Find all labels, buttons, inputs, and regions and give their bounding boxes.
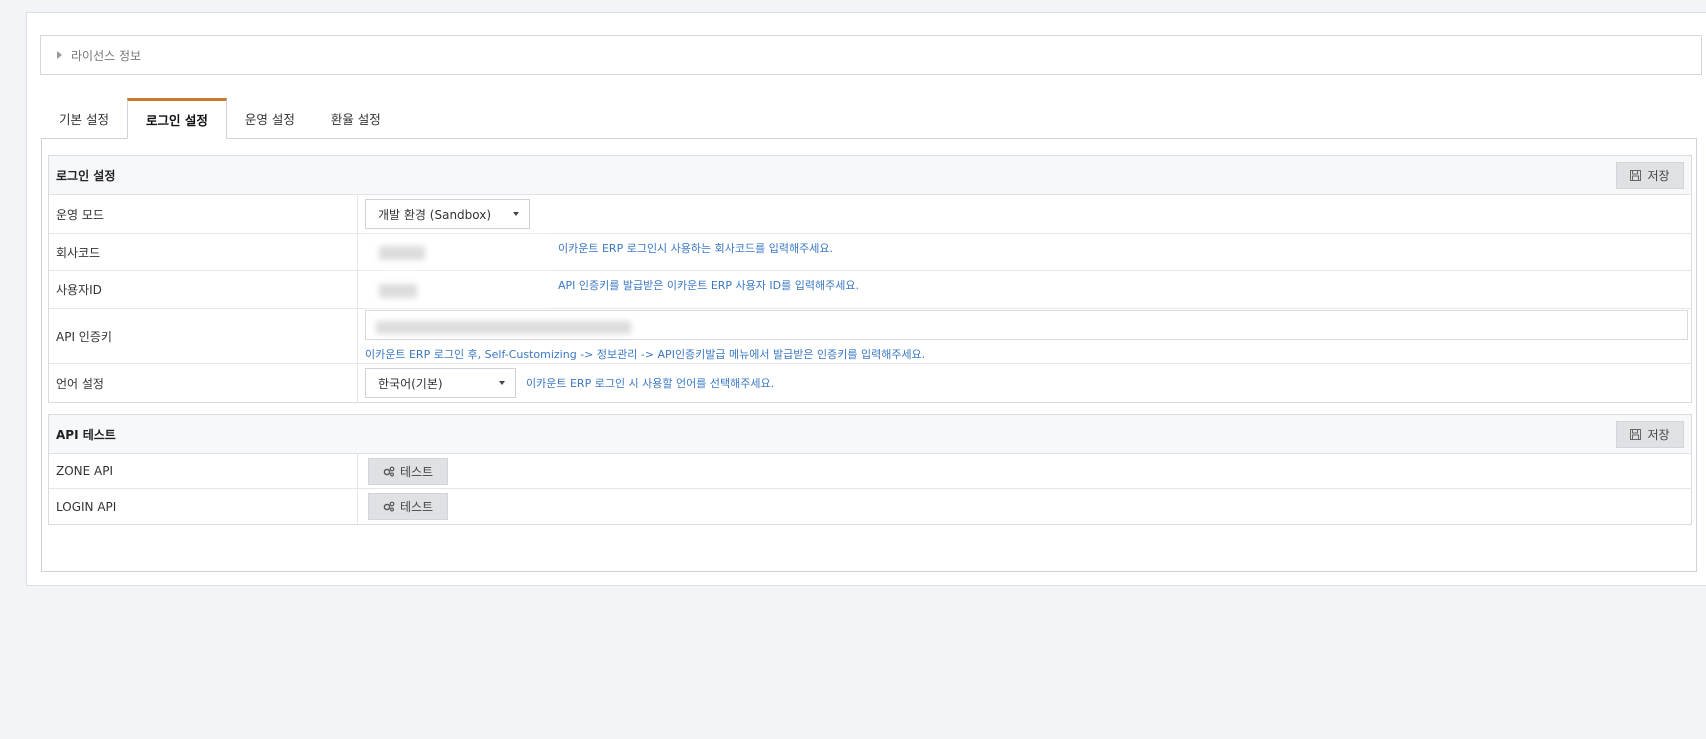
save-icon — [1630, 428, 1642, 440]
select-value: 개발 환경 (Sandbox) — [378, 207, 492, 222]
section-title: API 테스트 — [56, 427, 116, 442]
save-label: 저장 — [1647, 427, 1670, 442]
row-label: 회사코드 — [49, 234, 358, 270]
row-language: 언어 설정 한국어(기본) 이카운트 ERP 로그인 시 사용할 언어를 선택해… — [49, 364, 1691, 402]
test-label: 테스트 — [399, 500, 434, 514]
user-id-hint: API 인증키를 발급받은 이카운트 ERP 사용자 ID를 입력해주세요. — [558, 278, 859, 292]
gears-icon — [383, 501, 395, 512]
zone-api-test-button[interactable]: 테스트 — [368, 457, 448, 485]
settings-tabs: 기본 설정 로그인 설정 운영 설정 환율 설정 — [41, 98, 399, 139]
row-label: ZONE API — [49, 454, 358, 488]
dropdown-arrow-icon — [499, 381, 505, 385]
tab-operation-settings[interactable]: 운영 설정 — [227, 98, 313, 139]
save-button[interactable]: 저장 — [1616, 161, 1684, 189]
tab-label: 환율 설정 — [330, 112, 381, 127]
tab-label: 로그인 설정 — [145, 113, 208, 128]
save-icon — [1630, 169, 1642, 181]
row-value: 개발 환경 (Sandbox) — [358, 195, 1691, 233]
user-id-input[interactable] — [365, 274, 548, 305]
select-value: 한국어(기본) — [378, 376, 443, 391]
row-value: 테스트 — [358, 454, 1691, 488]
api-key-hint: 이카운트 ERP 로그인 후, Self-Customizing -> 정보관리… — [365, 348, 926, 361]
dropdown-arrow-icon — [513, 212, 519, 216]
row-zone-api: ZONE API 테스트 — [49, 454, 1691, 489]
tab-basic-settings[interactable]: 기본 설정 — [41, 98, 127, 139]
row-value: 이카운트 ERP 로그인시 사용하는 회사코드를 입력해주세요. — [358, 234, 1691, 270]
tab-exchange-rate-settings[interactable]: 환율 설정 — [313, 98, 399, 139]
row-value: 이카운트 ERP 로그인 후, Self-Customizing -> 정보관리… — [358, 309, 1691, 363]
license-info-label: 라이선스 정보 — [71, 48, 142, 63]
row-login-api: LOGIN API 테스트 — [49, 489, 1691, 524]
api-key-input[interactable] — [365, 310, 1688, 340]
save-button[interactable]: 저장 — [1616, 420, 1684, 448]
row-company-code: 회사코드 이카운트 ERP 로그인시 사용하는 회사코드를 입력해주세요. — [49, 234, 1691, 271]
row-api-key: API 인증키 이카운트 ERP 로그인 후, Self-Customizing… — [49, 309, 1691, 364]
row-value: 테스트 — [358, 489, 1691, 524]
row-label: 운영 모드 — [49, 195, 358, 233]
login-api-test-button[interactable]: 테스트 — [368, 493, 448, 520]
settings-panel: 라이선스 정보 기본 설정 로그인 설정 운영 설정 환율 설정 로그인 설정 … — [26, 12, 1706, 586]
test-label: 테스트 — [399, 464, 434, 479]
section-header: 로그인 설정 저장 — [49, 156, 1691, 195]
save-label: 저장 — [1647, 168, 1670, 183]
row-label: 사용자ID — [49, 271, 358, 308]
row-operation-mode: 운영 모드 개발 환경 (Sandbox) — [49, 195, 1691, 234]
api-test-section: API 테스트 저장 ZONE API 테스트 LOGIN API 테스트 — [48, 414, 1692, 525]
row-label: LOGIN API — [49, 489, 358, 524]
language-hint: 이카운트 ERP 로그인 시 사용할 언어를 선택해주세요. — [526, 377, 775, 390]
caret-right-icon — [57, 51, 62, 59]
row-label: 언어 설정 — [49, 364, 358, 402]
row-value: API 인증키를 발급받은 이카운트 ERP 사용자 ID를 입력해주세요. — [358, 271, 1691, 308]
gears-icon — [383, 466, 395, 476]
row-value: 한국어(기본) 이카운트 ERP 로그인 시 사용할 언어를 선택해주세요. — [358, 364, 1691, 402]
tab-content: 로그인 설정 저장 운영 모드 개발 환경 (Sandbox) 회사코드 이카운… — [41, 138, 1697, 572]
login-settings-section: 로그인 설정 저장 운영 모드 개발 환경 (Sandbox) 회사코드 이카운… — [48, 155, 1692, 403]
language-select[interactable]: 한국어(기본) — [365, 368, 516, 398]
license-info-toggle[interactable]: 라이선스 정보 — [40, 35, 1702, 75]
section-header: API 테스트 저장 — [49, 415, 1691, 454]
operation-mode-select[interactable]: 개발 환경 (Sandbox) — [365, 199, 530, 229]
company-code-input[interactable] — [365, 237, 548, 267]
tab-login-settings[interactable]: 로그인 설정 — [126, 98, 227, 139]
row-user-id: 사용자ID API 인증키를 발급받은 이카운트 ERP 사용자 ID를 입력해… — [49, 271, 1691, 309]
company-code-hint: 이카운트 ERP 로그인시 사용하는 회사코드를 입력해주세요. — [558, 242, 833, 255]
tab-label: 운영 설정 — [244, 112, 295, 127]
row-label: API 인증키 — [49, 309, 358, 363]
section-title: 로그인 설정 — [56, 168, 116, 183]
tab-label: 기본 설정 — [59, 112, 109, 127]
